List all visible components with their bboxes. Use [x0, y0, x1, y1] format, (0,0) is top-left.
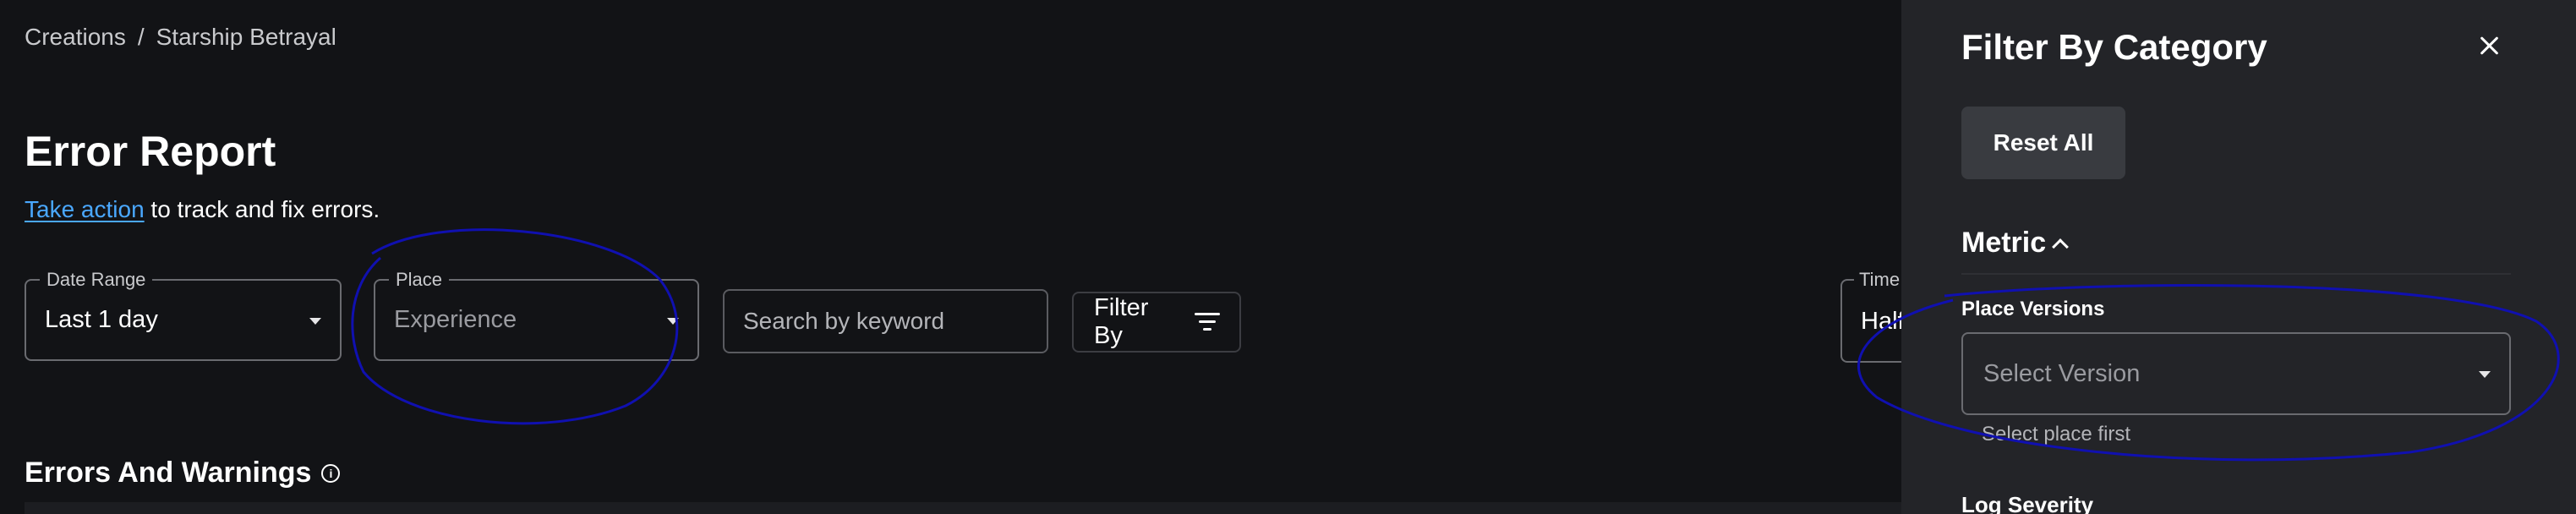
metric-label: Metric: [1961, 227, 2047, 259]
place-legend: Place: [389, 269, 450, 291]
chevron-down-icon: [309, 318, 321, 325]
chevron-down-icon: [667, 318, 679, 325]
place-versions-placeholder: Select Version: [1983, 359, 2141, 387]
section-title-text: Errors And Warnings: [25, 457, 312, 489]
place-versions-helper: Select place first: [1982, 423, 2131, 446]
take-action-link[interactable]: Take action: [25, 196, 145, 222]
breadcrumb-creations[interactable]: Creations: [25, 24, 126, 51]
errors-table: [25, 502, 1901, 514]
place-versions-label: Place Versions: [1961, 298, 2105, 320]
search-placeholder: Search by keyword: [743, 308, 945, 334]
info-icon[interactable]: i: [321, 463, 341, 483]
error-report-page: Creations / Starship Betrayal Error Repo…: [0, 0, 2576, 514]
chevron-up-icon: [2052, 238, 2070, 255]
breadcrumb: Creations / Starship Betrayal: [25, 24, 336, 51]
place-versions-select[interactable]: Select Version: [1961, 332, 2511, 415]
date-range-select[interactable]: Date Range Last 1 day: [25, 269, 342, 361]
metric-section-toggle[interactable]: Metric: [1961, 227, 2070, 260]
time-legend: Time: [1854, 269, 1906, 291]
place-placeholder: Experience: [394, 306, 517, 333]
filter-by-button[interactable]: Filter By: [1072, 292, 1241, 353]
log-severity-label: Log Severity: [1961, 492, 2094, 514]
errors-warnings-heading: Errors And Warnings i: [25, 457, 341, 489]
close-icon[interactable]: [2478, 34, 2502, 57]
place-select[interactable]: Place Experience: [374, 269, 699, 361]
filter-panel: Filter By Category Reset All Metric Plac…: [1901, 0, 2576, 514]
subtitle-text: to track and fix errors.: [144, 196, 380, 222]
date-range-legend: Date Range: [40, 269, 153, 291]
breadcrumb-separator: /: [137, 24, 145, 50]
filter-by-label: Filter By: [1094, 294, 1149, 349]
search-input[interactable]: Search by keyword: [723, 289, 1048, 353]
page-subtitle: Take action to track and fix errors.: [25, 196, 380, 223]
panel-title: Filter By Category: [1961, 27, 2267, 67]
time-value: Half: [1861, 308, 1905, 335]
breadcrumb-current: Starship Betrayal: [156, 24, 336, 50]
chevron-down-icon: [2479, 371, 2491, 378]
page-title: Error Report: [25, 128, 276, 175]
date-range-value: Last 1 day: [45, 306, 158, 333]
divider: [1961, 273, 2511, 275]
filter-icon: [1194, 313, 1220, 331]
reset-all-button[interactable]: Reset All: [1961, 107, 2125, 179]
